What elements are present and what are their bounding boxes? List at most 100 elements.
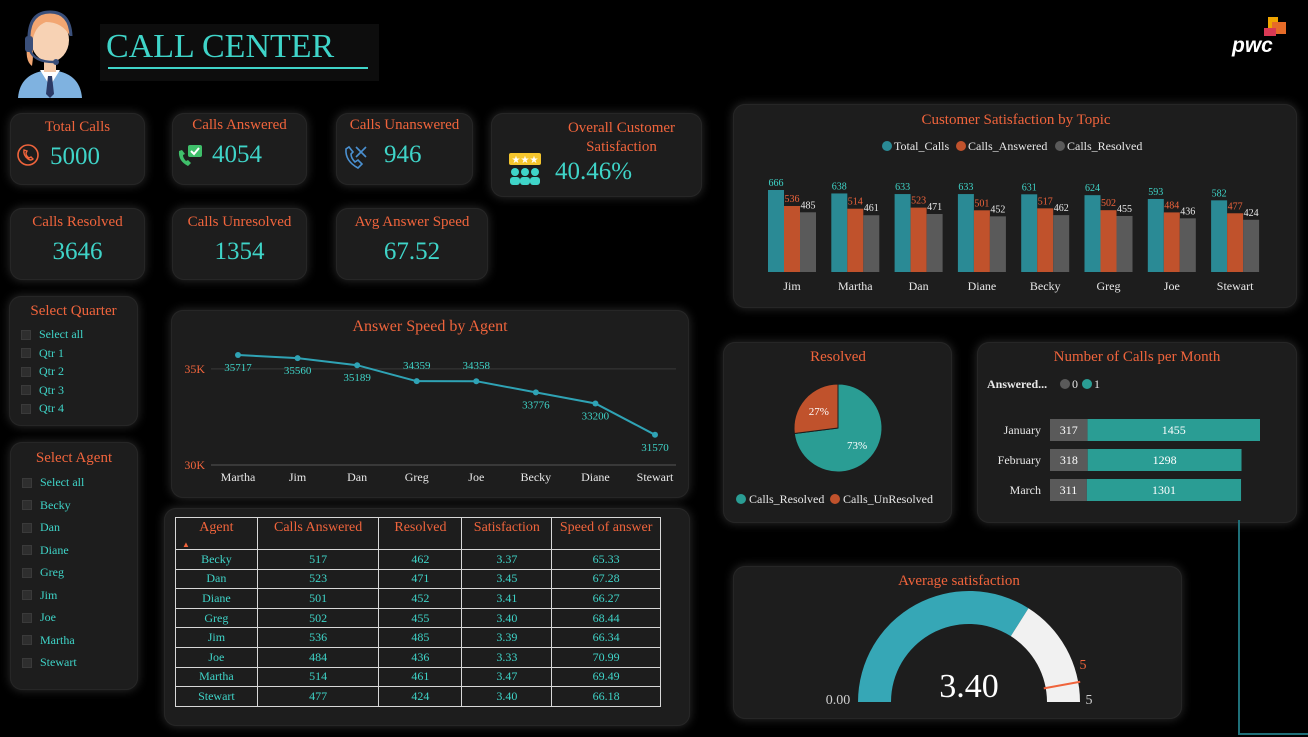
quarter-option-qtr-1[interactable]: Qtr 1 [21, 346, 64, 361]
kpi-calls-unanswered: Calls Unanswered 946 [336, 113, 473, 185]
agent-option-joe[interactable]: Joe [22, 610, 56, 625]
checkbox[interactable] [21, 366, 31, 377]
legend-label[interactable]: Calls_Resolved [1067, 139, 1142, 153]
legend-label[interactable]: Calls_UnResolved [843, 492, 933, 506]
bar-total-calls[interactable] [894, 194, 911, 272]
quarter-option-select-all[interactable]: Select all [21, 327, 83, 342]
table-row[interactable]: Stewart 477 424 3.40 66.18 [175, 686, 661, 707]
bar-calls-resolved[interactable] [926, 214, 943, 272]
bar-calls-resolved[interactable] [989, 216, 1006, 272]
bar-calls-resolved[interactable] [1116, 215, 1133, 272]
bar-value-label: 471 [927, 202, 942, 213]
bar-calls-answered[interactable] [784, 206, 800, 272]
bar-calls-resolved[interactable] [1053, 215, 1070, 272]
data-point[interactable] [354, 362, 361, 369]
sort-ascending-icon[interactable]: ▲ [182, 540, 190, 549]
cell-satisfaction: 3.47 [461, 666, 553, 688]
checkbox[interactable] [21, 385, 31, 395]
bar-value-label: 666 [769, 178, 784, 189]
bar-value-label: 455 [1117, 204, 1132, 215]
checkbox[interactable] [21, 403, 31, 414]
table-row[interactable]: Becky 517 462 3.37 65.33 [175, 549, 661, 570]
bar-calls-resolved[interactable] [863, 215, 880, 272]
checkbox[interactable] [22, 657, 32, 668]
checkbox[interactable] [22, 500, 32, 510]
table-row[interactable]: Diane 501 452 3.41 66.27 [175, 588, 661, 609]
quarter-option-qtr-3[interactable]: Qtr 3 [21, 383, 64, 398]
bar-total-calls[interactable] [768, 190, 784, 272]
cell-calls-answered: 502 [256, 607, 380, 629]
quarter-option-qtr-4[interactable]: Qtr 4 [21, 401, 64, 416]
cell-speed-of-answer: 67.28 [551, 568, 661, 590]
bar-value-label: 436 [1180, 206, 1195, 217]
data-point[interactable] [413, 378, 420, 385]
bar-value-label: 461 [864, 203, 879, 214]
column-header-speed-of-answer[interactable]: Speed of answer [551, 517, 661, 550]
bar-calls-answered[interactable] [1227, 213, 1244, 272]
bar-total-calls[interactable] [1021, 194, 1038, 272]
legend-label[interactable]: Calls_Answered [968, 139, 1047, 153]
column-header-satisfaction[interactable]: Satisfaction [461, 517, 553, 550]
data-point[interactable] [532, 389, 539, 396]
legend-marker [882, 141, 892, 151]
column-header-calls-answered[interactable]: Calls Answered [256, 517, 380, 550]
table-row[interactable]: Jim 536 485 3.39 66.34 [175, 627, 661, 648]
checkbox[interactable] [22, 545, 32, 555]
bar-value-label: 517 [1038, 196, 1053, 207]
checkbox[interactable] [22, 522, 32, 533]
bar-calls-answered[interactable] [973, 210, 990, 272]
checkbox[interactable] [22, 590, 32, 600]
column-header-agent[interactable]: Agent ▲ [175, 517, 258, 550]
table-row[interactable]: Greg 502 455 3.40 68.44 [175, 607, 661, 629]
legend-marker [1055, 141, 1065, 151]
bar-total-calls[interactable] [957, 194, 974, 272]
agent-avatar [12, 6, 88, 98]
data-point[interactable] [473, 378, 480, 385]
data-point[interactable] [294, 355, 301, 362]
bar-calls-answered[interactable] [1037, 208, 1054, 272]
column-header-resolved[interactable]: Resolved [378, 517, 463, 550]
slicer-item-label: Dan [40, 520, 60, 534]
agent-option-stewart[interactable]: Stewart [22, 655, 77, 670]
bar-calls-answered[interactable] [1163, 212, 1180, 272]
bar-total-calls[interactable] [1147, 198, 1164, 272]
checkbox[interactable] [22, 477, 32, 488]
agent-option-jim[interactable]: Jim [22, 588, 57, 603]
table-row[interactable]: Joe 484 436 3.33 70.99 [175, 646, 661, 668]
table-row[interactable]: Dan 523 471 3.45 67.28 [175, 568, 661, 590]
agent-option-diane[interactable]: Diane [22, 543, 69, 558]
checkbox[interactable] [22, 635, 32, 645]
legend-label[interactable]: Calls_Resolved [749, 492, 824, 506]
bar-calls-resolved[interactable] [800, 212, 816, 272]
legend-label[interactable]: 0 [1072, 377, 1078, 391]
data-point[interactable] [235, 352, 241, 359]
data-label: 34358 [463, 360, 491, 372]
checkbox[interactable] [22, 612, 32, 623]
agent-option-select-all[interactable]: Select all [22, 475, 84, 490]
calls-per-month-chart: Number of Calls per Month Answered... 0 1 Ja… [977, 342, 1297, 523]
bar-calls-answered[interactable] [1100, 210, 1117, 272]
agent-option-becky[interactable]: Becky [22, 498, 71, 513]
table-row[interactable]: Martha 514 461 3.47 69.49 [175, 666, 661, 688]
agent-option-martha[interactable]: Martha [22, 633, 75, 648]
checkbox[interactable] [21, 348, 31, 358]
bar-calls-answered[interactable] [910, 207, 927, 272]
legend-label[interactable]: Total_Calls [894, 139, 949, 153]
data-point[interactable] [592, 400, 599, 407]
bar-total-calls[interactable] [1084, 195, 1101, 272]
agent-option-greg[interactable]: Greg [22, 565, 64, 580]
checkbox[interactable] [21, 329, 31, 340]
slicer-item-label: Joe [40, 610, 56, 624]
chart-title: Average satisfaction [898, 573, 1020, 589]
bar-total-calls[interactable] [831, 193, 848, 272]
agent-option-dan[interactable]: Dan [22, 520, 60, 535]
bar-calls-resolved[interactable] [1243, 219, 1260, 272]
data-point[interactable] [652, 431, 658, 438]
checkbox[interactable] [22, 567, 32, 578]
legend-label[interactable]: 1 [1094, 377, 1100, 391]
bar-calls-answered[interactable] [847, 208, 864, 272]
bar-calls-resolved[interactable] [1179, 218, 1196, 272]
bar-total-calls[interactable] [1211, 200, 1228, 272]
quarter-option-qtr-2[interactable]: Qtr 2 [21, 364, 64, 379]
average-satisfaction-gauge: Average satisfaction 5 3.40 0.00 5 [733, 566, 1182, 719]
